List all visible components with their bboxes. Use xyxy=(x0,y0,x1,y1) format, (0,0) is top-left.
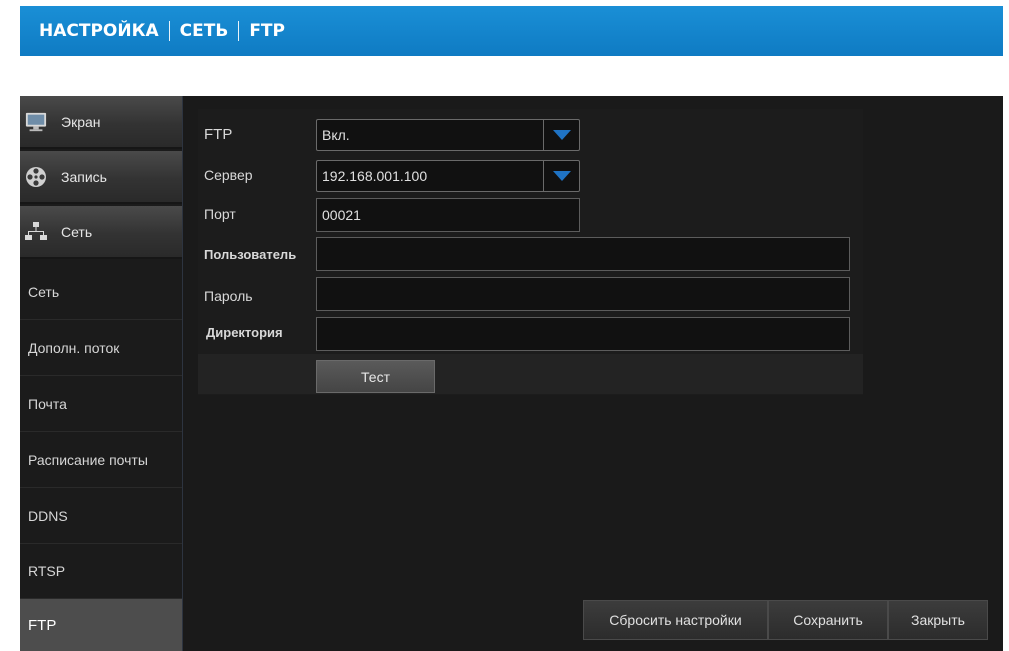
close-button[interactable]: Закрыть xyxy=(888,600,988,640)
server-label: Сервер xyxy=(204,167,253,183)
sidebar-item-label: Почта xyxy=(28,396,67,412)
sidebar-category-record[interactable]: Запись xyxy=(20,151,182,204)
port-value: 00021 xyxy=(322,207,361,223)
reset-button[interactable]: Сбросить настройки xyxy=(583,600,768,640)
password-label: Пароль xyxy=(204,288,253,304)
breadcrumb: НАСТРОЙКА СЕТЬ FTP xyxy=(20,6,1003,56)
breadcrumb-separator xyxy=(238,21,240,41)
breadcrumb-separator xyxy=(168,21,170,41)
dropdown-button[interactable] xyxy=(543,161,579,191)
sidebar-item-label: Дополн. поток xyxy=(28,340,120,356)
sidebar-item-email[interactable]: Почта xyxy=(20,377,182,432)
sidebar: Экран Запись Сеть Сеть Дополн. поток Поч… xyxy=(20,96,183,651)
action-bar: Сбросить настройки Сохранить Закрыть xyxy=(583,600,988,640)
port-label: Порт xyxy=(204,206,236,222)
sidebar-category-label: Запись xyxy=(61,168,107,185)
password-input[interactable] xyxy=(316,277,850,311)
sidebar-category-display[interactable]: Экран xyxy=(20,96,182,149)
user-label: Пользователь xyxy=(204,247,297,262)
user-input[interactable] xyxy=(316,237,850,271)
port-input[interactable]: 00021 xyxy=(316,198,580,232)
server-select[interactable]: 192.168.001.100 xyxy=(316,160,580,192)
directory-label: Директория xyxy=(206,325,283,340)
ftp-enable-select[interactable]: Вкл. xyxy=(316,119,580,151)
breadcrumb-setup: НАСТРОЙКА xyxy=(39,21,159,41)
sidebar-item-label: FTP xyxy=(28,616,57,634)
chevron-down-icon xyxy=(552,130,571,140)
settings-panel: Экран Запись Сеть Сеть Дополн. поток Поч… xyxy=(20,96,1003,651)
film-reel-icon xyxy=(25,166,47,188)
test-button[interactable]: Тест xyxy=(316,360,435,393)
sidebar-category-network[interactable]: Сеть xyxy=(20,206,182,259)
sidebar-item-substream[interactable]: Дополн. поток xyxy=(20,321,182,376)
sidebar-item-label: Расписание почты xyxy=(28,452,148,468)
sidebar-item-network[interactable]: Сеть xyxy=(20,265,182,320)
sidebar-item-label: DDNS xyxy=(28,508,68,524)
sidebar-item-ddns[interactable]: DDNS xyxy=(20,489,182,544)
directory-input[interactable] xyxy=(316,317,850,351)
sidebar-item-email-schedule[interactable]: Расписание почты xyxy=(20,433,182,488)
save-button[interactable]: Сохранить xyxy=(768,600,888,640)
sidebar-category-label: Сеть xyxy=(61,223,93,240)
sidebar-item-label: RTSP xyxy=(28,563,66,579)
server-value: 192.168.001.100 xyxy=(322,168,428,184)
sidebar-item-label: Сеть xyxy=(28,284,60,300)
sidebar-item-rtsp[interactable]: RTSP xyxy=(20,544,182,599)
network-icon xyxy=(25,221,47,243)
sidebar-item-ftp[interactable]: FTP xyxy=(20,599,182,651)
ftp-label: FTP xyxy=(204,126,233,143)
sidebar-category-label: Экран xyxy=(61,113,101,130)
chevron-down-icon xyxy=(552,171,571,181)
ftp-enable-value: Вкл. xyxy=(322,127,350,143)
monitor-icon xyxy=(25,111,47,133)
breadcrumb-network: СЕТЬ xyxy=(179,21,229,41)
breadcrumb-ftp: FTP xyxy=(249,21,285,41)
test-row xyxy=(198,354,863,394)
dropdown-button[interactable] xyxy=(543,120,579,150)
